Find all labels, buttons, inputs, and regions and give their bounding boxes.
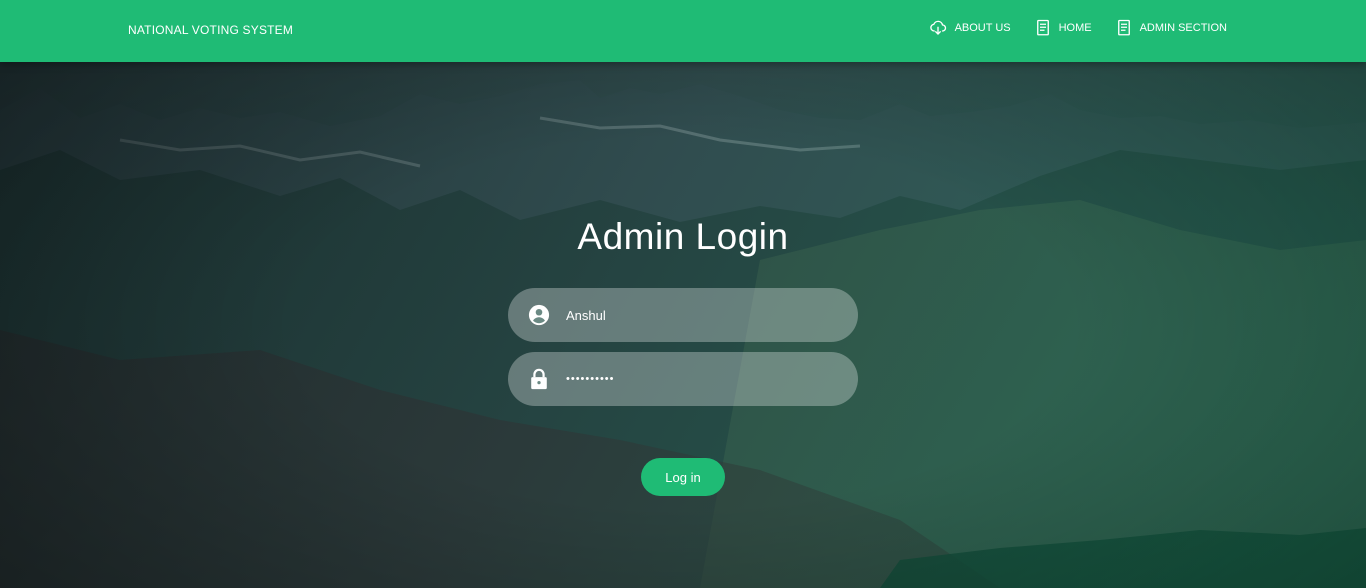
login-section: Admin Login Log in — [0, 62, 1366, 588]
top-navbar: NATIONAL VOTING SYSTEM ABOUT US HOME ADM… — [0, 0, 1366, 62]
account-circle-icon — [528, 304, 550, 326]
page-title: Admin Login — [577, 216, 789, 257]
cloud-download-icon — [929, 19, 947, 37]
nav-item-about-us[interactable]: ABOUT US — [929, 19, 1011, 37]
login-button[interactable]: Log in — [641, 458, 725, 496]
nav-item-label: HOME — [1058, 22, 1092, 34]
username-input[interactable] — [566, 288, 836, 342]
document-icon — [1116, 19, 1132, 37]
nav-item-label: ADMIN SECTION — [1139, 22, 1227, 34]
nav-item-home[interactable]: HOME — [1035, 19, 1092, 37]
password-input[interactable] — [566, 352, 836, 406]
username-field — [508, 288, 858, 342]
brand-link[interactable]: NATIONAL VOTING SYSTEM — [128, 23, 293, 37]
nav-item-admin-section[interactable]: ADMIN SECTION — [1116, 19, 1227, 37]
password-field — [508, 352, 858, 406]
lock-icon — [528, 368, 550, 390]
document-icon — [1035, 19, 1051, 37]
nav-links: ABOUT US HOME ADMIN SECTION — [929, 19, 1227, 37]
nav-item-label: ABOUT US — [954, 22, 1011, 34]
